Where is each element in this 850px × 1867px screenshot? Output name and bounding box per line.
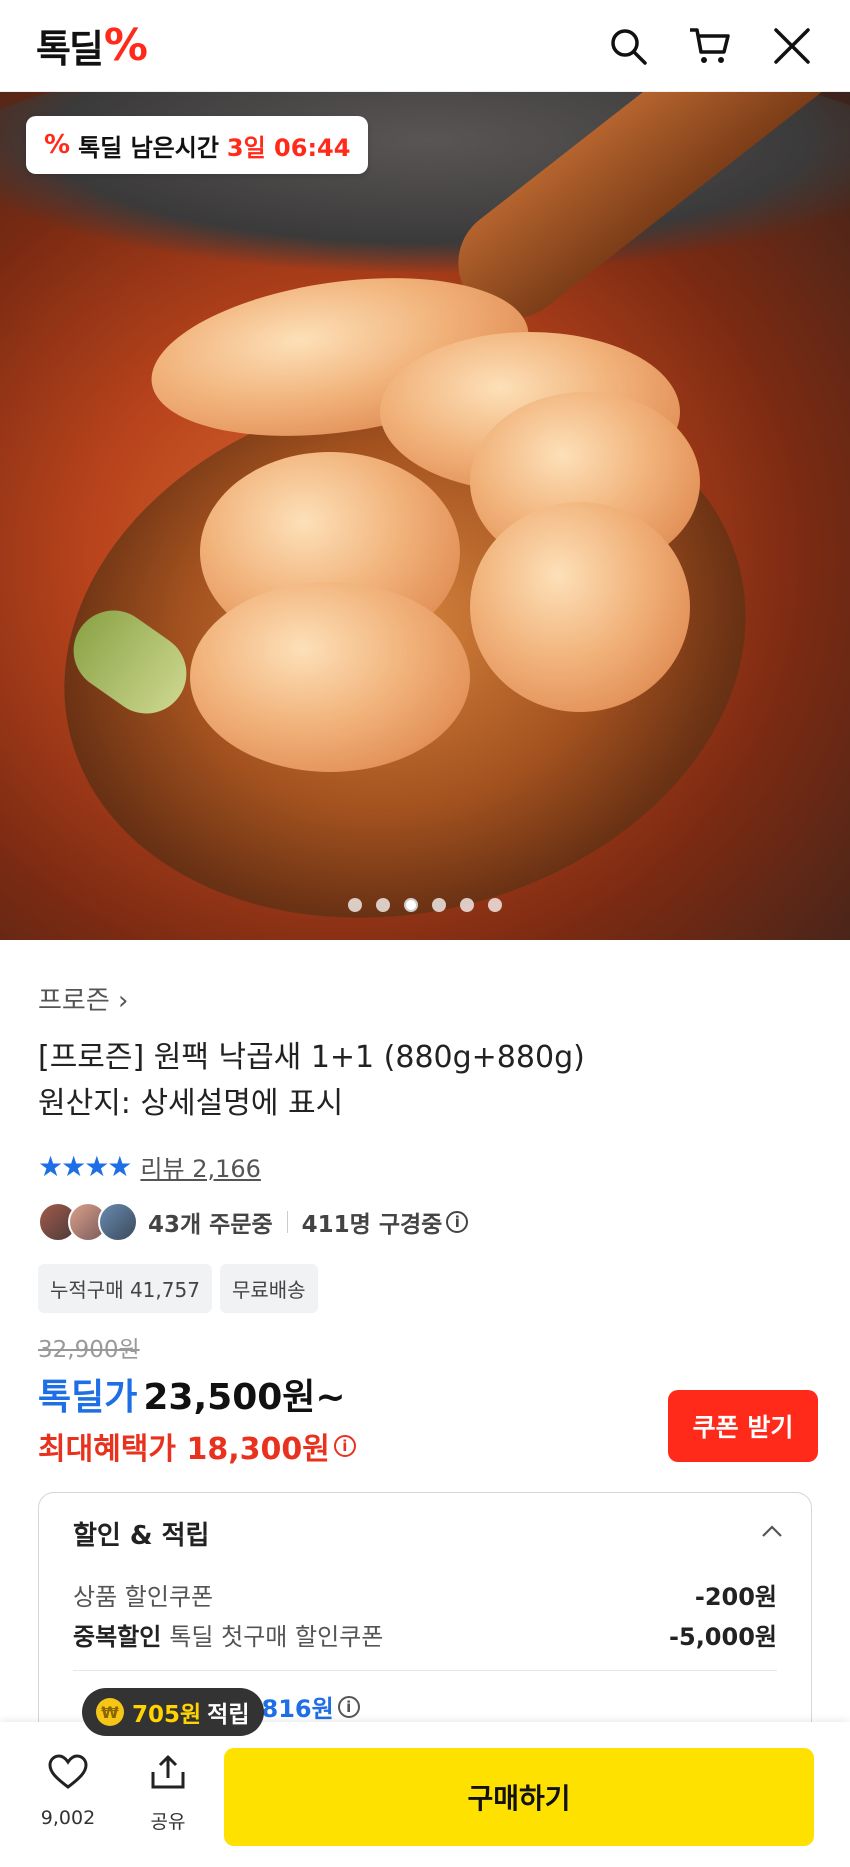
discount-label: 상품 할인쿠폰 bbox=[73, 1583, 214, 1611]
social-proof-row: 43개 주문중 411명 구경중 i bbox=[38, 1202, 818, 1242]
stacked-discount-label: 중복할인 bbox=[73, 1623, 162, 1651]
tripe-graphic bbox=[470, 502, 690, 712]
product-image-carousel[interactable] bbox=[0, 92, 850, 940]
carousel-dot[interactable] bbox=[488, 898, 502, 912]
share-button[interactable]: 공유 bbox=[136, 1754, 200, 1834]
carousel-dot-active[interactable] bbox=[404, 898, 418, 912]
like-button[interactable]: 9,002 bbox=[36, 1754, 100, 1829]
buy-button[interactable]: 구매하기 bbox=[224, 1748, 814, 1846]
like-count: 9,002 bbox=[40, 1807, 96, 1829]
divider bbox=[73, 1670, 777, 1671]
orders-count: 43개 주문중 bbox=[148, 1212, 273, 1238]
chevron-up-icon[interactable] bbox=[761, 1523, 783, 1542]
discount-panel-title: 할인 & 적립 bbox=[73, 1521, 210, 1551]
deal-timer-badge: % 톡딜 남은시간 3일 06:44 bbox=[26, 116, 369, 174]
info-icon[interactable]: i bbox=[333, 1435, 356, 1457]
get-coupon-button[interactable]: 쿠폰 받기 bbox=[668, 1390, 818, 1462]
product-title-line1: [프로즌] 원팩 낙곱새 1+1 (880g+880g) bbox=[38, 1040, 585, 1075]
tripe-graphic bbox=[190, 582, 470, 772]
star-rating-icons: ★★★★ bbox=[38, 1150, 132, 1183]
divider bbox=[286, 1211, 288, 1233]
product-title: [프로즌] 원팩 낙곱새 1+1 (880g+880g) 원산지: 상세설명에 … bbox=[38, 1035, 818, 1127]
original-price: 32,900원 bbox=[38, 1337, 140, 1363]
carousel-indicator bbox=[0, 898, 850, 912]
buyer-avatars bbox=[38, 1202, 138, 1242]
brand-link[interactable]: 프로즌 › bbox=[38, 980, 818, 1017]
product-title-line2: 원산지: 상세설명에 표시 bbox=[38, 1086, 344, 1121]
talkdeal-percent-icon: % bbox=[44, 130, 71, 160]
logo-text: 톡딜 bbox=[36, 27, 104, 71]
carousel-dot[interactable] bbox=[460, 898, 474, 912]
brand-name: 프로즌 bbox=[38, 986, 110, 1016]
top-header: 톡딜 % bbox=[0, 0, 850, 92]
tag-free-shipping: 무료배송 bbox=[219, 1264, 318, 1313]
price-block: 32,900원 톡딜가 23,500원~ 최대혜택가 18,300원 i 쿠폰 … bbox=[38, 1330, 818, 1468]
timer-value: 3일 06:44 bbox=[226, 133, 351, 162]
product-info: 프로즌 › [프로즌] 원팩 낙곱새 1+1 (880g+880g) 원산지: … bbox=[38, 980, 818, 1313]
points-tooltip: ₩ 705원 적립 bbox=[82, 1688, 264, 1736]
points-amount: 705원 bbox=[132, 1702, 202, 1728]
deal-price-label: 톡딜가 bbox=[38, 1377, 138, 1418]
discount-label: 톡딜 첫구매 할인쿠폰 bbox=[169, 1623, 384, 1651]
share-icon bbox=[149, 1754, 187, 1795]
carousel-dot[interactable] bbox=[348, 898, 362, 912]
info-icon[interactable]: i bbox=[337, 1695, 360, 1718]
review-link[interactable]: 리뷰 2,166 bbox=[140, 1149, 261, 1184]
discount-row-first-purchase: 중복할인 톡딜 첫구매 할인쿠폰 -5,000원 bbox=[73, 1617, 777, 1652]
carousel-dot[interactable] bbox=[376, 898, 390, 912]
discount-row-product-coupon: 상품 할인쿠폰 -200원 bbox=[73, 1577, 777, 1612]
tag-cumulative-purchases: 누적구매 41,757 bbox=[38, 1264, 212, 1313]
share-label: 공유 bbox=[150, 1811, 186, 1833]
talkdeal-logo[interactable]: 톡딜 % bbox=[36, 18, 148, 73]
discount-amount: -200원 bbox=[694, 1583, 777, 1611]
product-tags: 누적구매 41,757 무료배송 bbox=[38, 1264, 818, 1313]
timer-label: 톡딜 남은시간 bbox=[78, 133, 219, 162]
close-icon[interactable] bbox=[770, 24, 814, 68]
cart-icon[interactable] bbox=[688, 24, 732, 68]
deal-price: 23,500원~ bbox=[143, 1377, 346, 1418]
carousel-dot[interactable] bbox=[432, 898, 446, 912]
coin-icon: ₩ bbox=[96, 1698, 124, 1726]
avatar bbox=[98, 1202, 138, 1242]
discount-amount: -5,000원 bbox=[669, 1623, 777, 1651]
logo-percent-symbol: % bbox=[103, 20, 149, 71]
points-suffix: 적립 bbox=[207, 1702, 250, 1728]
heart-icon bbox=[48, 1754, 88, 1795]
chevron-right-icon: › bbox=[118, 986, 129, 1016]
search-icon[interactable] bbox=[606, 24, 650, 68]
viewers-count: 411명 구경중 bbox=[301, 1212, 443, 1238]
rating-row: ★★★★ 리뷰 2,166 bbox=[38, 1149, 818, 1184]
info-icon[interactable]: i bbox=[446, 1211, 469, 1233]
bottom-action-bar: 9,002 공유 구매하기 bbox=[0, 1722, 850, 1867]
max-benefit-price: 최대혜택가 18,300원 bbox=[38, 1432, 330, 1467]
